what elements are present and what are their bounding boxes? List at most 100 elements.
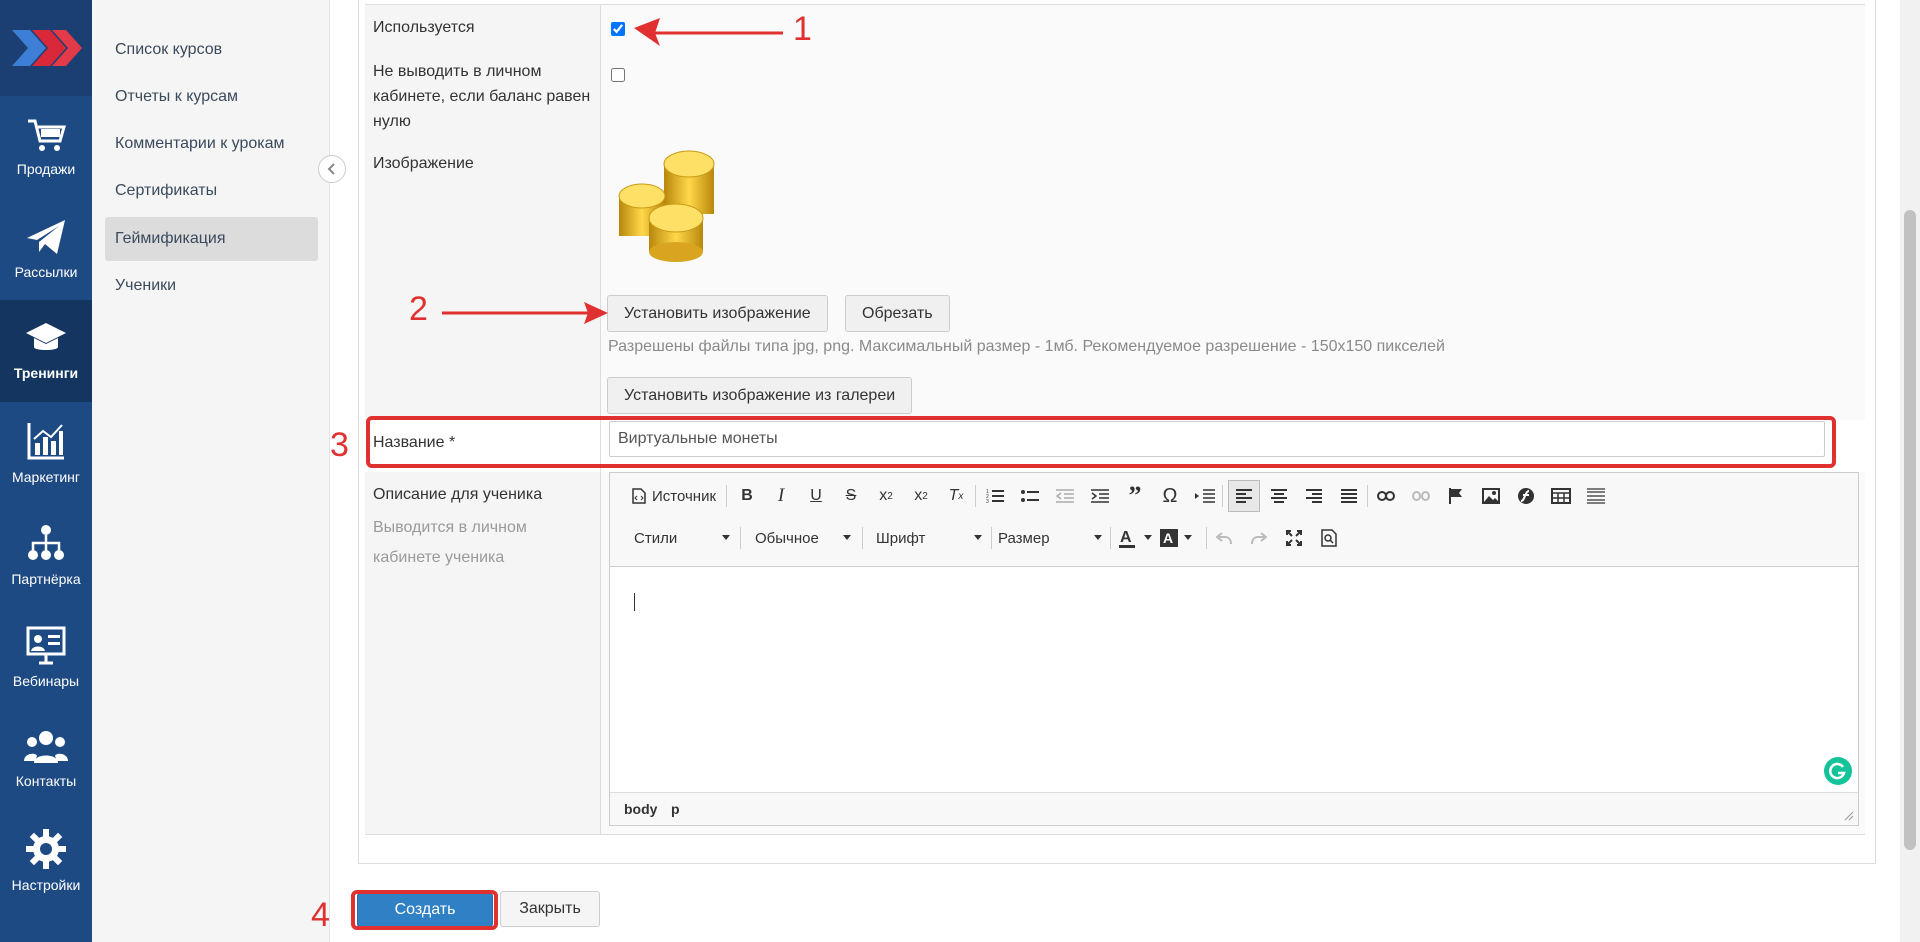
svg-text:A: A: [1120, 529, 1132, 546]
insert-paragraph-button[interactable]: [1192, 483, 1218, 509]
description-label-cell: Описание для ученика Выводится в личном …: [365, 472, 601, 834]
app-logo[interactable]: [0, 0, 92, 96]
used-checkbox[interactable]: [611, 22, 625, 36]
rail-item-trainings[interactable]: Тренинги: [0, 300, 92, 402]
section-sidebar: Список курсов Отчеты к курсам Комментари…: [92, 0, 330, 942]
format-dropdown[interactable]: Обычное: [755, 525, 851, 551]
horizontal-rule-button[interactable]: [1583, 483, 1609, 509]
sidebar-item-gamification[interactable]: Геймификация: [105, 217, 318, 261]
collapse-sidebar-button[interactable]: [318, 155, 346, 183]
background-color-button[interactable]: A: [1160, 525, 1198, 551]
bullet-list-icon: [1021, 490, 1039, 502]
chevron-down-icon: [1144, 535, 1152, 540]
link-button[interactable]: [1373, 483, 1399, 509]
path-body[interactable]: body: [624, 801, 657, 817]
description-editor: Источник B I U S x2 x2 Tx 123 ” Ω Стили …: [609, 472, 1859, 826]
justify-icon: [1341, 489, 1357, 503]
source-icon: [632, 488, 646, 504]
rail-item-label: Настройки: [11, 877, 81, 893]
svg-text:3: 3: [986, 499, 989, 504]
rail-item-partners[interactable]: Партнёрка: [0, 504, 92, 606]
source-button[interactable]: Источник: [628, 483, 720, 509]
rail-item-marketing[interactable]: Маркетинг: [0, 402, 92, 504]
sidebar-item-lesson-comments[interactable]: Комментарии к урокам: [105, 122, 318, 166]
numbered-list-button[interactable]: 123: [982, 483, 1008, 509]
svg-text:A: A: [1163, 530, 1173, 546]
path-p[interactable]: p: [671, 801, 680, 817]
subscript-button[interactable]: x2: [873, 483, 899, 509]
rail-item-label: Продажи: [16, 161, 76, 177]
special-char-button[interactable]: Ω: [1157, 483, 1183, 509]
preview-button[interactable]: [1316, 525, 1342, 551]
maximize-button[interactable]: [1281, 525, 1307, 551]
sidebar-item-course-reports[interactable]: Отчеты к курсам: [105, 75, 318, 119]
chevron-down-icon: [1094, 535, 1102, 540]
main-nav-rail: Продажи Рассылки Тренинги Маркетинг Парт…: [0, 0, 92, 942]
rail-item-label: Партнёрка: [11, 571, 81, 587]
remove-format-button[interactable]: Tx: [943, 483, 969, 509]
background-color-icon: A: [1160, 529, 1178, 547]
editor-content-area[interactable]: [610, 567, 1858, 791]
rail-item-settings[interactable]: Настройки: [0, 810, 92, 912]
align-center-icon: [1271, 489, 1287, 503]
page-scrollbar[interactable]: [1900, 0, 1920, 942]
align-left-button[interactable]: [1228, 480, 1260, 512]
justify-button[interactable]: [1336, 483, 1362, 509]
resize-handle-icon[interactable]: [1844, 811, 1854, 821]
size-dropdown[interactable]: Размер: [998, 525, 1102, 551]
underline-button[interactable]: U: [803, 483, 829, 509]
styles-dropdown[interactable]: Стили: [634, 525, 730, 551]
bullet-list-button[interactable]: [1017, 483, 1043, 509]
sidebar-item-students[interactable]: Ученики: [105, 264, 318, 308]
hide-if-zero-checkbox[interactable]: [611, 68, 625, 82]
size-label: Размер: [998, 529, 1050, 547]
set-image-from-gallery-button[interactable]: Установить изображение из галереи: [607, 377, 913, 414]
grammarly-icon[interactable]: [1824, 757, 1852, 785]
rail-item-label: Контакты: [15, 773, 77, 789]
table-button[interactable]: [1548, 483, 1574, 509]
text-color-icon: A: [1119, 529, 1135, 548]
close-button[interactable]: Закрыть: [500, 891, 600, 927]
set-image-button[interactable]: Установить изображение: [607, 295, 828, 332]
text-color-button[interactable]: A: [1118, 525, 1158, 551]
image-hint: Разрешены файлы типа jpg, png. Максималь…: [608, 338, 1445, 355]
annotation-4: 4: [311, 896, 330, 934]
indent-button[interactable]: [1087, 483, 1113, 509]
superscript-button[interactable]: x2: [908, 483, 934, 509]
rail-item-label: Рассылки: [14, 264, 78, 280]
hide-if-zero-label: Не выводить в личном кабинете, если бала…: [365, 49, 601, 141]
bold-button[interactable]: B: [734, 483, 760, 509]
rail-item-contacts[interactable]: Контакты: [0, 708, 92, 810]
table-icon: [1551, 488, 1571, 504]
image-button[interactable]: [1478, 483, 1504, 509]
scrollbar-thumb[interactable]: [1904, 210, 1916, 850]
align-right-button[interactable]: [1301, 483, 1327, 509]
unlink-button: [1408, 483, 1434, 509]
align-center-button[interactable]: [1266, 483, 1292, 509]
blockquote-button[interactable]: ”: [1122, 481, 1148, 510]
format-label: Обычное: [755, 529, 819, 547]
gear-icon: [26, 829, 66, 869]
flash-button[interactable]: [1513, 483, 1539, 509]
strikethrough-button[interactable]: S: [838, 483, 864, 509]
rail-item-mailings[interactable]: Рассылки: [0, 198, 92, 300]
redo-button: [1246, 525, 1272, 551]
italic-button[interactable]: I: [768, 483, 794, 509]
sidebar-item-courses[interactable]: Список курсов: [105, 28, 318, 72]
crop-button[interactable]: Обрезать: [845, 295, 950, 332]
chevron-down-icon: [974, 535, 982, 540]
annotation-1: 1: [793, 10, 812, 48]
rail-item-sales[interactable]: Продажи: [0, 96, 92, 198]
rail-item-label: Тренинги: [13, 365, 79, 381]
chevrons-logo-icon: [12, 30, 82, 66]
anchor-button[interactable]: [1443, 483, 1469, 509]
redo-icon: [1251, 532, 1267, 545]
flash-icon: [1518, 488, 1534, 504]
outdent-icon: [1056, 489, 1074, 503]
name-highlight-box: [366, 416, 1836, 468]
rail-item-webinars[interactable]: Вебинары: [0, 606, 92, 708]
coins-image: [618, 150, 715, 262]
font-dropdown[interactable]: Шрифт: [876, 525, 982, 551]
maximize-icon: [1286, 530, 1302, 546]
sidebar-item-certificates[interactable]: Сертификаты: [105, 169, 318, 213]
